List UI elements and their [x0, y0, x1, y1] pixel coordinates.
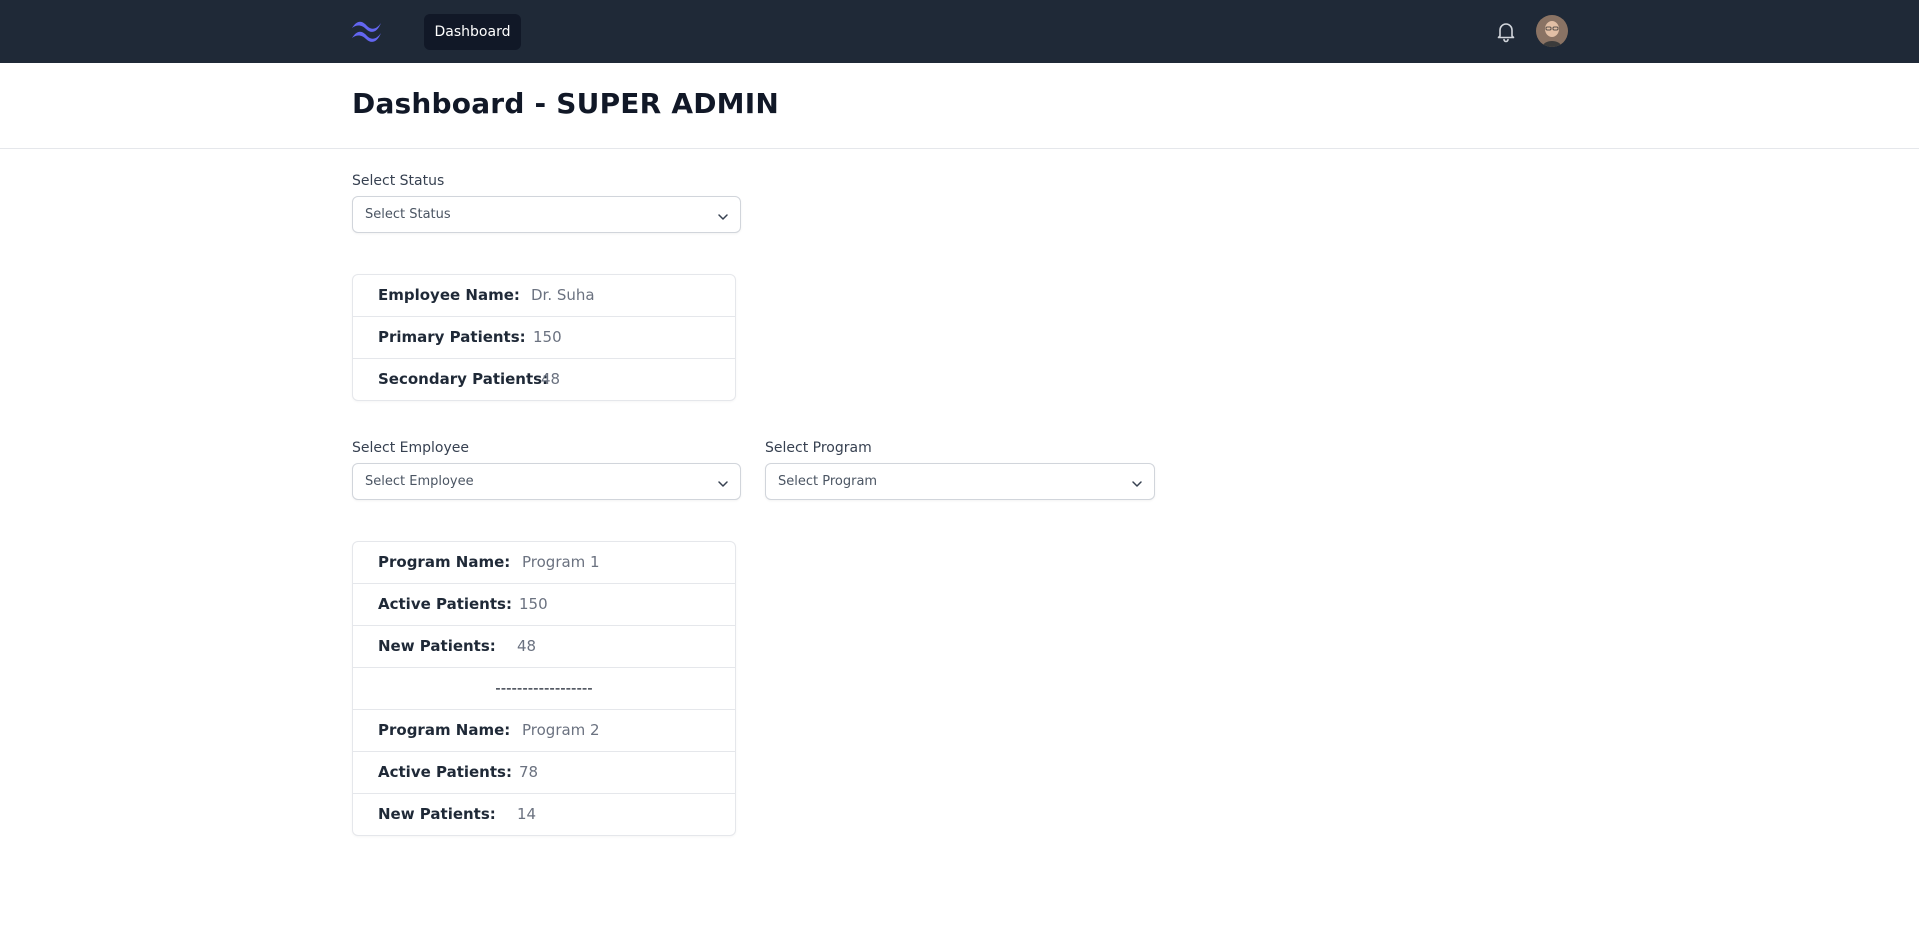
chevron-down-icon [716, 476, 730, 490]
programs-summary-card: Program Name: Program 1 Active Patients:… [352, 541, 736, 836]
active-patients-value: 78 [519, 763, 539, 781]
card-row: Active Patients: 78 [353, 752, 735, 794]
employee-name-label: Employee Name: [378, 286, 520, 304]
primary-patients-value: 150 [533, 328, 562, 346]
primary-patients-label: Primary Patients: [378, 328, 526, 346]
program-name-label: Program Name: [378, 721, 511, 739]
employee-select[interactable]: Select Employee [352, 463, 741, 500]
new-patients-label: New Patients: [378, 637, 496, 655]
chevron-down-icon [716, 209, 730, 223]
program-separator: ------------------ [353, 668, 735, 710]
card-row: Primary Patients: 150 [353, 317, 735, 359]
user-avatar[interactable] [1536, 15, 1568, 47]
program-name-value: Program 2 [522, 721, 600, 739]
secondary-patients-value: 48 [541, 370, 561, 388]
tailwind-logo-icon[interactable] [350, 17, 384, 45]
top-navbar: Dashboard [0, 0, 1919, 63]
card-row: Active Patients: 150 [353, 584, 735, 626]
employee-name-value: Dr. Suha [531, 286, 595, 304]
card-row: Secondary Patients: 48 [353, 359, 735, 400]
chevron-down-icon [1130, 476, 1144, 490]
new-patients-label: New Patients: [378, 805, 496, 823]
status-select[interactable]: Select Status [352, 196, 741, 233]
bell-icon[interactable] [1494, 19, 1518, 43]
status-select-value: Select Status [365, 207, 451, 222]
card-row: Program Name: Program 1 [353, 542, 735, 584]
page-title: Dashboard - SUPER ADMIN [352, 87, 779, 120]
page-header: Dashboard - SUPER ADMIN [0, 63, 1919, 149]
employee-filter-label: Select Employee [352, 440, 469, 456]
program-name-label: Program Name: [378, 553, 511, 571]
status-filter-label: Select Status [352, 173, 445, 189]
active-patients-label: Active Patients: [378, 595, 512, 613]
program-name-value: Program 1 [522, 553, 600, 571]
active-patients-label: Active Patients: [378, 763, 512, 781]
program-filter-label: Select Program [765, 440, 872, 456]
card-row: New Patients: 48 [353, 626, 735, 668]
new-patients-value: 48 [517, 637, 537, 655]
active-patients-value: 150 [519, 595, 548, 613]
employee-summary-card: Employee Name: Dr. Suha Primary Patients… [352, 274, 736, 401]
card-row: Program Name: Program 2 [353, 710, 735, 752]
card-row: Employee Name: Dr. Suha [353, 275, 735, 317]
new-patients-value: 14 [517, 805, 537, 823]
card-row: New Patients: 14 [353, 794, 735, 835]
secondary-patients-label: Secondary Patients: [378, 370, 549, 388]
employee-select-value: Select Employee [365, 474, 474, 489]
nav-dashboard-button[interactable]: Dashboard [424, 14, 521, 50]
program-select[interactable]: Select Program [765, 463, 1155, 500]
program-select-value: Select Program [778, 474, 878, 489]
